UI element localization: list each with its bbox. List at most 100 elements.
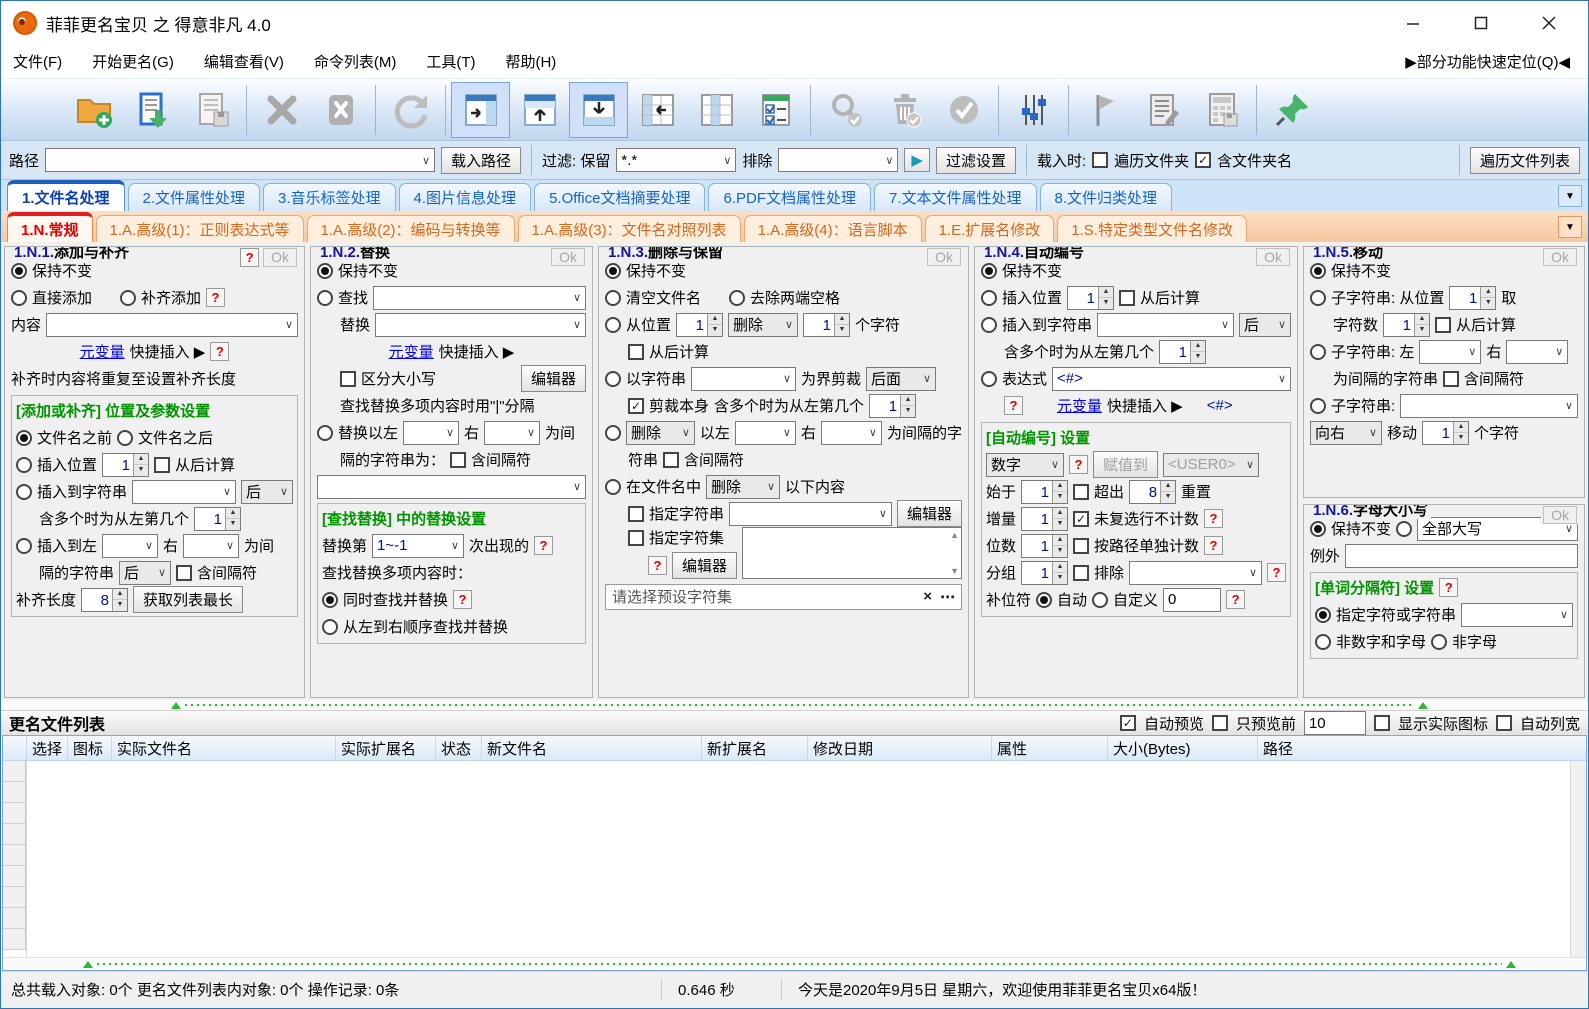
insert-to-string-radio[interactable]: [16, 483, 32, 500]
tab-image-info[interactable]: 4.图片信息处理: [398, 183, 532, 211]
col-size[interactable]: 大小(Bytes): [1108, 736, 1258, 760]
move-count-spinner[interactable]: 1 ▲ ▼: [1422, 420, 1470, 445]
spin-down-icon[interactable]: ▼: [1099, 298, 1113, 309]
group-spinner[interactable]: 1 ▲ ▼: [1021, 560, 1069, 585]
delete-confirm-button[interactable]: [875, 82, 934, 138]
spin-up-icon[interactable]: ▲: [1454, 422, 1469, 433]
import-list-button[interactable]: [123, 82, 182, 138]
menu-start-rename[interactable]: 开始更名(G): [92, 51, 174, 72]
col-icon[interactable]: 图标: [68, 736, 112, 760]
between-replace-combo[interactable]: ∨: [317, 474, 586, 499]
content-combo[interactable]: ∨: [46, 312, 298, 337]
include-sep-checkbox[interactable]: [1443, 370, 1460, 387]
non-alnum-radio[interactable]: [1315, 633, 1331, 650]
clear-list-button[interactable]: [311, 82, 370, 138]
case-sensitive-checkbox[interactable]: [340, 370, 356, 387]
vertical-scrollbar[interactable]: [1570, 761, 1586, 957]
multi-index-spinner[interactable]: 1 ▲ ▼: [194, 506, 242, 531]
from-end-checkbox[interactable]: [628, 343, 644, 360]
after-name-radio[interactable]: [117, 429, 134, 446]
spec-char-radio[interactable]: [1315, 606, 1331, 623]
exception-input[interactable]: [1345, 543, 1578, 568]
spin-down-icon[interactable]: ▼: [1053, 573, 1067, 584]
path-combo[interactable]: ∨: [45, 148, 436, 172]
preview-first-checkbox[interactable]: [1211, 715, 1228, 731]
menu-help[interactable]: 帮助(H): [505, 51, 556, 72]
assign-to-button[interactable]: 赋值到: [1093, 451, 1159, 478]
subtab-normal[interactable]: 1.N.常规: [7, 212, 93, 242]
keep-radio[interactable]: [11, 262, 27, 279]
substring-pos-radio[interactable]: [1310, 289, 1326, 306]
tab-filename-processing[interactable]: 1.文件名处理: [7, 180, 125, 211]
splitter-collapse-icon[interactable]: [171, 701, 181, 709]
from-pos-radio[interactable]: [605, 316, 621, 333]
minimize-button[interactable]: [1402, 12, 1424, 34]
from-end-checkbox[interactable]: [154, 456, 171, 473]
show-icons-checkbox[interactable]: [1373, 715, 1390, 731]
help-button[interactable]: ?: [1226, 590, 1246, 609]
right-sep-combo[interactable]: ∨: [183, 533, 240, 558]
spin-up-icon[interactable]: ▲: [1161, 481, 1176, 492]
substring-between-radio[interactable]: [1310, 343, 1326, 360]
spin-down-icon[interactable]: ▼: [1053, 546, 1067, 557]
spin-down-icon[interactable]: ▼: [134, 465, 148, 476]
bottom-splitter[interactable]: [3, 957, 1586, 970]
insert-to-string-radio[interactable]: [981, 316, 997, 333]
ok-button[interactable]: Ok: [1543, 506, 1577, 524]
apply-filter-play-button[interactable]: ▶: [904, 148, 930, 172]
subtab-specific-type[interactable]: 1.S.特定类型文件名修改: [1057, 215, 1247, 242]
col-actual-name[interactable]: 实际文件名: [112, 736, 336, 760]
splitter-collapse-icon[interactable]: [1506, 960, 1516, 968]
chevron-down-icon[interactable]: ▼: [950, 566, 959, 576]
filter-keep-combo[interactable]: *.* ∨: [616, 148, 737, 172]
filter-exclude-combo[interactable]: ∨: [778, 148, 899, 172]
editor-button[interactable]: 编辑器: [520, 365, 586, 392]
spec-string-combo[interactable]: ∨: [729, 501, 892, 526]
tab-file-classify[interactable]: 8.文件归类处理: [1039, 183, 1173, 211]
keep-radio[interactable]: [317, 262, 333, 279]
new-list-button[interactable]: [5, 82, 64, 138]
trim-space-radio[interactable]: [729, 289, 746, 306]
before-after-combo[interactable]: 后 ∨: [241, 479, 293, 504]
help-button[interactable]: ?: [534, 536, 554, 555]
spin-up-icon[interactable]: ▲: [1053, 481, 1068, 492]
pad-add-radio[interactable]: [120, 289, 137, 306]
spin-down-icon[interactable]: ▼: [1415, 325, 1429, 336]
meta-variable-link[interactable]: 元变量: [389, 341, 434, 362]
substring-combo[interactable]: ∨: [1400, 393, 1578, 418]
simultaneous-radio[interactable]: [322, 591, 338, 608]
direction-combo[interactable]: 向右 ∨: [1310, 420, 1382, 445]
delete-item-button[interactable]: [252, 82, 311, 138]
user-var-combo[interactable]: <USER0> ∨: [1163, 452, 1260, 477]
help-button[interactable]: ?: [210, 342, 230, 361]
spin-up-icon[interactable]: ▲: [708, 314, 723, 325]
auto-column-width-checkbox[interactable]: [1495, 715, 1512, 731]
chevron-up-icon[interactable]: ▲: [950, 530, 959, 540]
replace-between-radio[interactable]: [317, 424, 333, 441]
quick-locate[interactable]: ▶部分功能快速定位(Q)◀: [1405, 51, 1576, 72]
splitter-collapse-icon[interactable]: [83, 960, 93, 968]
spin-up-icon[interactable]: ▲: [1053, 535, 1068, 546]
panel-bottom-layout-button[interactable]: [569, 81, 628, 138]
left-sep-combo[interactable]: ∨: [734, 420, 796, 445]
help-button[interactable]: ?: [1004, 396, 1023, 415]
exclude-checkbox[interactable]: [1073, 564, 1090, 581]
traverse-folders-checkbox[interactable]: [1092, 152, 1109, 168]
substring-custom-radio[interactable]: [1310, 397, 1326, 414]
in-name-radio[interactable]: [605, 478, 621, 495]
col-actual-ext[interactable]: 实际扩展名: [336, 736, 436, 760]
spin-down-icon[interactable]: ▼: [1481, 298, 1495, 309]
cut-self-checkbox[interactable]: ✓: [628, 397, 644, 414]
main-tabs-more-button[interactable]: ▼: [1558, 185, 1582, 207]
save-list-button[interactable]: [182, 82, 241, 138]
help-button[interactable]: ?: [1204, 509, 1224, 528]
pad-length-spinner[interactable]: 8 ▲ ▼: [81, 587, 129, 612]
column-view-button[interactable]: [687, 82, 746, 138]
insert-pos-radio[interactable]: [16, 456, 32, 473]
filter-settings-button[interactable]: 过滤设置: [935, 146, 1016, 174]
tab-music-tag[interactable]: 3.音乐标签处理: [263, 183, 396, 211]
spin-down-icon[interactable]: ▼: [901, 406, 915, 417]
add-folder-button[interactable]: [64, 82, 123, 138]
clear-icon[interactable]: ×: [923, 588, 932, 605]
delete-keep-combo[interactable]: 删除 ∨: [728, 312, 799, 337]
